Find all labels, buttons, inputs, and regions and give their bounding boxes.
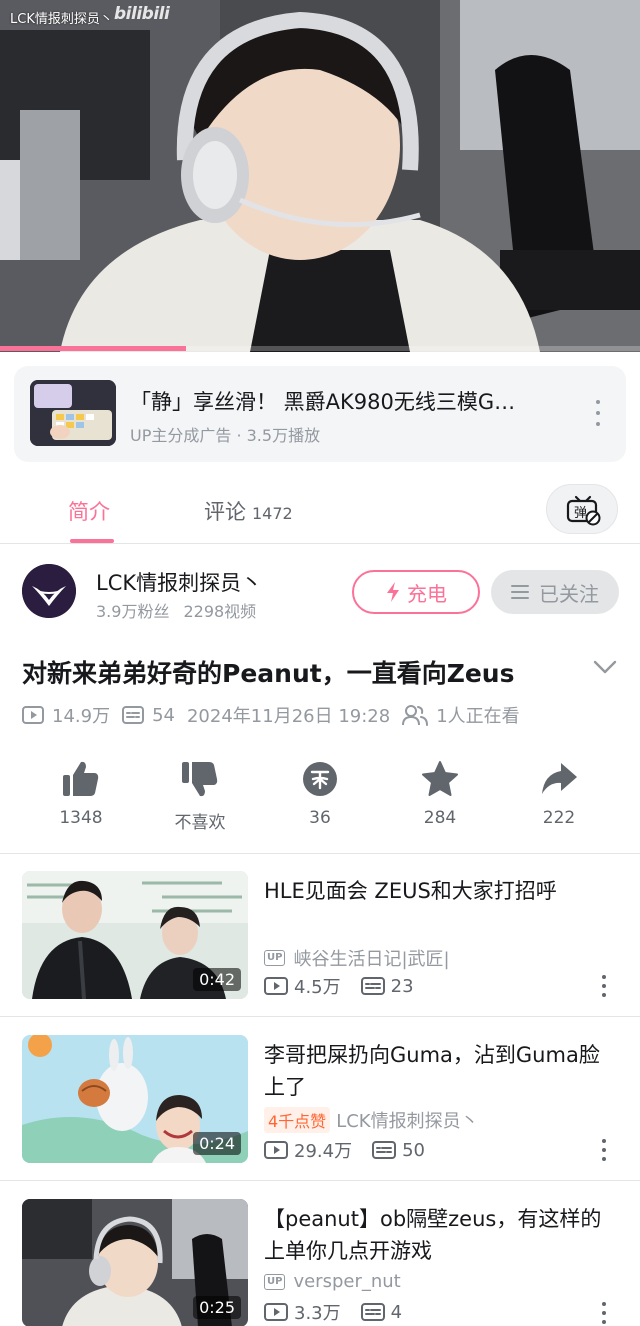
- more-vertical-icon[interactable]: [600, 1139, 608, 1161]
- view-count: 4.5万: [264, 973, 341, 999]
- charge-label: 充电: [407, 581, 447, 606]
- related-video-stats: 4.5万 23: [264, 973, 434, 999]
- tab-intro[interactable]: 简介: [68, 496, 110, 526]
- more-vertical-icon[interactable]: [600, 975, 608, 997]
- lightning-icon: [387, 582, 399, 602]
- danmaku-icon: [360, 1303, 385, 1321]
- danmaku-toggle-button[interactable]: 弹: [546, 484, 618, 534]
- play-icon: [264, 977, 288, 995]
- likes-badge: 4千点赞: [264, 1107, 331, 1133]
- ad-card[interactable]: 「静」享丝滑！ 黑爵AK980无线三模G… UP主分成广告 · 3.5万播放: [14, 366, 626, 462]
- related-video-uploader: UP versper_nut: [264, 1271, 401, 1292]
- thumbs-up-icon: [63, 761, 99, 796]
- more-vertical-icon[interactable]: [592, 400, 604, 426]
- ad-subtitle: UP主分成广告 · 3.5万播放: [130, 426, 321, 445]
- video-progress-fill: [0, 346, 186, 351]
- video-duration: 0:42: [193, 968, 241, 991]
- view-count: 3.3万: [264, 1299, 341, 1325]
- related-video-item[interactable]: 0:25 【peanut】ob隔壁zeus，有这样的上单你几点开游戏 UP ve…: [0, 1199, 640, 1326]
- share-count: 222: [542, 808, 576, 828]
- dislike-label: 不喜欢: [174, 813, 226, 833]
- share-arrow-icon: [542, 763, 577, 794]
- danmaku-count: 23: [360, 976, 414, 997]
- related-video-thumbnail[interactable]: 0:42: [22, 871, 248, 999]
- related-video-title[interactable]: HLE见面会 ZEUS和大家打招呼: [264, 875, 614, 907]
- follow-button[interactable]: 已关注: [491, 570, 619, 614]
- charge-button[interactable]: 充电: [352, 570, 480, 614]
- danmaku-count: 4: [360, 1302, 402, 1323]
- uploader-stats: 3.9万粉丝 2298视频: [96, 598, 256, 622]
- danmaku-count: 50: [372, 1140, 425, 1161]
- people-icon: [402, 705, 429, 726]
- related-video-uploader: UP 峡谷生活日记|武匠|: [264, 945, 450, 971]
- danmaku-off-icon: 弹: [566, 495, 601, 526]
- ad-thumbnail: [30, 380, 116, 446]
- tab-comments-label: 评论: [204, 500, 246, 524]
- favorite-count: 284: [423, 808, 457, 828]
- thumbs-down-icon: [182, 762, 218, 797]
- uploader-label: 峡谷生活日记|武匠|: [293, 949, 450, 970]
- channel-watermark: LCK情报刺探员丶: [10, 12, 113, 27]
- coin-count: 36: [309, 808, 331, 828]
- video-duration: 0:24: [193, 1132, 241, 1155]
- related-video-item[interactable]: 0:24 李哥把屎扔向Guma，沾到Guma脸上了 4千点赞 LCK情报刺探员丶…: [0, 1035, 640, 1175]
- uploader-label: versper_nut: [293, 1271, 401, 1292]
- tab-bar: 简介 评论 1472 弹: [0, 476, 640, 544]
- related-video-title[interactable]: 李哥把屎扔向Guma，沾到Guma脸上了: [264, 1039, 614, 1103]
- up-tag-icon: UP: [264, 1273, 286, 1290]
- favorite-button[interactable]: 284: [390, 760, 490, 828]
- share-button[interactable]: 222: [509, 760, 609, 828]
- video-player[interactable]: LCK情报刺探员丶 bilibili: [0, 0, 640, 352]
- divider: [0, 1180, 640, 1181]
- uploader-name[interactable]: LCK情报刺探员丶: [96, 567, 262, 597]
- video-frame-illustration: [0, 0, 640, 352]
- danmaku-icon: [360, 977, 385, 995]
- publish-date: 2024年11月26日 19:28: [186, 706, 391, 727]
- bilibili-logo: bilibili: [114, 4, 170, 24]
- uploader-label: LCK情报刺探员丶: [336, 1111, 479, 1132]
- divider: [0, 853, 640, 854]
- view-count: 29.4万: [264, 1137, 352, 1163]
- video-duration: 0:25: [193, 1296, 241, 1319]
- danmaku-icon: [122, 706, 145, 724]
- related-video-uploader: 4千点赞 LCK情报刺探员丶: [264, 1107, 479, 1133]
- watching-now: 1人正在看: [402, 702, 520, 728]
- up-tag-icon: UP: [264, 950, 286, 966]
- play-icon: [264, 1141, 288, 1159]
- ad-title[interactable]: 「静」享丝滑！ 黑爵AK980无线三模G…: [130, 386, 576, 416]
- related-video-stats: 3.3万 4: [264, 1299, 422, 1325]
- tab-active-indicator: [70, 539, 114, 543]
- related-video-thumbnail[interactable]: 0:25: [22, 1199, 248, 1326]
- more-vertical-icon[interactable]: [600, 1302, 608, 1324]
- like-count: 1348: [59, 808, 103, 828]
- video-progress-bar[interactable]: [0, 346, 640, 351]
- related-video-stats: 29.4万 50: [264, 1137, 445, 1163]
- uploader-avatar[interactable]: [22, 564, 76, 618]
- view-count: 14.9万: [22, 702, 110, 728]
- tab-comments[interactable]: 评论 1472: [204, 496, 293, 526]
- coin-button[interactable]: 36: [270, 760, 370, 828]
- related-video-title[interactable]: 【peanut】ob隔壁zeus，有这样的上单你几点开游戏: [264, 1203, 614, 1267]
- comments-count: 1472: [252, 504, 293, 523]
- dislike-button[interactable]: 不喜欢: [150, 760, 250, 833]
- video-title: 对新来弟弟好奇的Peanut，一直看向Zeus: [22, 659, 515, 688]
- play-icon: [22, 706, 44, 724]
- svg-text:弹: 弹: [574, 506, 587, 521]
- divider: [0, 1016, 640, 1017]
- danmaku-icon: [372, 1141, 397, 1159]
- follow-label: 已关注: [539, 581, 599, 606]
- video-meta: 14.9万 54 2024年11月26日 19:28 1人正在看: [22, 702, 532, 728]
- related-video-thumbnail[interactable]: 0:24: [22, 1035, 248, 1163]
- coin-icon: [303, 762, 337, 796]
- star-icon: [422, 761, 458, 796]
- like-button[interactable]: 1348: [31, 760, 131, 828]
- uploader-videos: 2298视频: [183, 602, 257, 621]
- uploader-fans: 3.9万粉丝: [96, 602, 170, 621]
- danmaku-count: 54: [122, 705, 175, 726]
- menu-lines-icon: [511, 585, 529, 599]
- related-video-item[interactable]: 0:42 HLE见面会 ZEUS和大家打招呼 UP 峡谷生活日记|武匠| 4.5…: [0, 871, 640, 1011]
- chevron-down-icon[interactable]: [592, 658, 618, 676]
- play-icon: [264, 1303, 288, 1321]
